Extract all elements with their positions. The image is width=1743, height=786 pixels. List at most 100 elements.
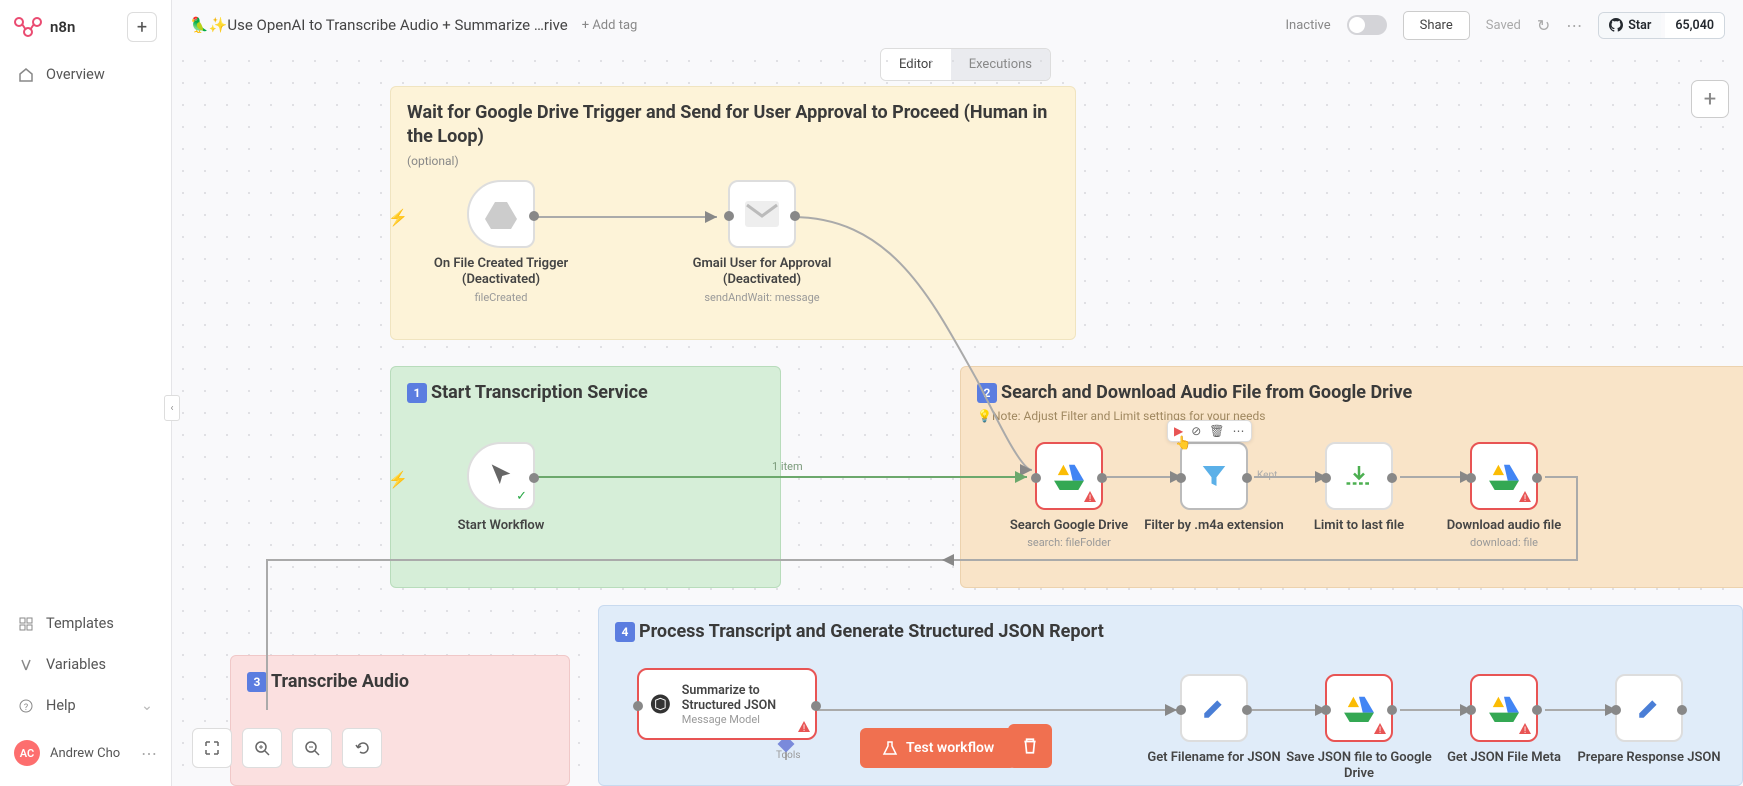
node-box[interactable] [1180, 674, 1248, 742]
node-search-drive[interactable]: ! Search Google Drive search: fileFolder [994, 442, 1144, 549]
node-get-meta[interactable]: ! Get JSON File Meta [1429, 674, 1579, 766]
star-label: Star [1628, 18, 1651, 33]
svg-text:!: ! [1524, 726, 1526, 736]
zoom-in-button[interactable] [242, 728, 282, 768]
logo-row: n8n + [0, 0, 171, 54]
node-label: Get Filename for JSON [1147, 750, 1280, 766]
flask-icon [882, 740, 898, 756]
node-sub: sendAndWait: message [704, 291, 819, 304]
node-box[interactable]: ! [1470, 674, 1538, 742]
chevron-down-icon: ⌄ [141, 697, 153, 714]
filter-icon [1199, 461, 1229, 491]
node-box[interactable] [728, 180, 796, 248]
delete-button[interactable] [1008, 724, 1052, 768]
gmail-icon [745, 201, 779, 227]
node-gmail-approval[interactable]: Gmail User for Approval (Deactivated) se… [687, 180, 837, 304]
edit-icon [1636, 695, 1662, 721]
node-box[interactable]: Summarize to Structured JSON Message Mod… [637, 668, 817, 740]
node-box[interactable] [1615, 674, 1683, 742]
nav-templates[interactable]: Templates [0, 603, 171, 644]
node-file-trigger[interactable]: ⚡ On File Created Trigger (Deactivated) … [426, 180, 576, 304]
node-box[interactable]: ✓ [467, 442, 535, 510]
trigger-bolt-icon: ⚡ [388, 208, 408, 227]
canvas[interactable]: Wait for Google Drive Trigger and Send f… [172, 50, 1743, 786]
node-box[interactable] [1325, 442, 1393, 510]
zoom-in-icon [254, 740, 270, 756]
node-download-audio[interactable]: ! Download audio file download: file [1429, 442, 1579, 549]
warning-icon: ! [1083, 490, 1097, 504]
github-icon [1609, 18, 1623, 32]
variables-icon [18, 657, 34, 673]
edit-icon [1201, 695, 1227, 721]
node-box[interactable] [467, 180, 535, 248]
node-start-workflow[interactable]: ⚡ ✓ Start Workflow [426, 442, 576, 534]
sticky-approval-title: Wait for Google Drive Trigger and Send f… [407, 101, 1059, 150]
canvas-tools [192, 728, 382, 768]
home-icon [18, 67, 34, 83]
user-row[interactable]: AC Andrew Cho ⋯ [0, 730, 171, 776]
node-box[interactable]: ! [1035, 442, 1103, 510]
svg-text:!: ! [803, 724, 805, 734]
google-drive-icon [1053, 462, 1085, 490]
node-box[interactable]: ! [1470, 442, 1538, 510]
undo-icon [354, 740, 370, 756]
node-label: Start Workflow [458, 518, 545, 534]
star-count: 65,040 [1665, 13, 1724, 38]
test-workflow-button[interactable]: Test workflow [860, 728, 1016, 768]
github-star-button[interactable]: Star 65,040 [1598, 12, 1725, 39]
undo-button[interactable] [342, 728, 382, 768]
nav-templates-label: Templates [46, 615, 114, 632]
node-label: Filter by .m4a extension [1144, 518, 1284, 534]
sticky-search-title: 2Search and Download Audio File from Goo… [977, 381, 1743, 405]
saved-label: Saved [1486, 18, 1521, 33]
warning-icon: ! [797, 720, 811, 734]
help-icon: ? [18, 698, 34, 714]
ctx-delete-icon[interactable]: 🗑 [1209, 424, 1224, 438]
check-icon: ✓ [516, 489, 527, 504]
more-menu-icon[interactable]: ⋯ [1566, 16, 1582, 35]
node-prepare-response[interactable]: Prepare Response JSON [1574, 674, 1724, 766]
node-label: On File Created Trigger (Deactivated) [426, 256, 576, 289]
workflow-status-label: Inactive [1285, 18, 1330, 33]
nav-variables-label: Variables [46, 656, 106, 673]
node-box[interactable]: ! [1325, 674, 1393, 742]
limit-icon [1344, 463, 1374, 489]
google-drive-icon [1488, 694, 1520, 722]
add-tag-button[interactable]: + Add tag [582, 18, 638, 33]
node-label: Save JSON file to Google Drive [1284, 750, 1434, 783]
svg-text:!: ! [1379, 726, 1381, 736]
zoom-out-button[interactable] [292, 728, 332, 768]
node-get-filename[interactable]: Get Filename for JSON [1139, 674, 1289, 766]
node-sub: download: file [1470, 536, 1538, 549]
user-menu-icon[interactable]: ⋯ [141, 744, 157, 763]
node-limit[interactable]: Limit to last file [1284, 442, 1434, 534]
fit-view-button[interactable] [192, 728, 232, 768]
activate-toggle[interactable] [1347, 15, 1387, 35]
node-save-json[interactable]: ! Save JSON file to Google Drive [1284, 674, 1434, 783]
share-button[interactable]: Share [1403, 11, 1470, 40]
nav-help[interactable]: ? Help ⌄ [0, 685, 171, 726]
add-workspace-button[interactable]: + [127, 12, 157, 42]
badge-1: 1 [407, 383, 427, 403]
add-node-button[interactable]: + [1691, 80, 1729, 118]
badge-2: 2 [977, 383, 997, 403]
n8n-logo-icon [14, 17, 42, 37]
nav-overview[interactable]: Overview [0, 54, 171, 95]
node-summarize[interactable]: Summarize to Structured JSON Message Mod… [637, 668, 847, 740]
node-filter-m4a[interactable]: Filter by .m4a extension [1139, 442, 1289, 534]
workflow-title[interactable]: 🦜✨Use OpenAI to Transcribe Audio + Summa… [190, 16, 568, 34]
trash-icon [1021, 737, 1039, 755]
history-icon[interactable]: ↻ [1537, 16, 1550, 35]
ctx-more-icon[interactable]: ⋯ [1233, 424, 1245, 438]
node-label: Download audio file [1447, 518, 1562, 534]
nav-variables[interactable]: Variables [0, 644, 171, 685]
sticky-search-note: 💡Note: Adjust Filter and Limit settings … [977, 409, 1743, 423]
node-label: Get JSON File Meta [1447, 750, 1561, 766]
node-label: Limit to last file [1314, 518, 1404, 534]
edge-label-items: 1 item [772, 460, 803, 473]
sidebar: n8n + Overview Templates Variables ? Hel… [0, 0, 172, 786]
trigger-bolt-icon: ⚡ [388, 470, 408, 489]
node-box[interactable] [1180, 442, 1248, 510]
nav-overview-label: Overview [46, 66, 105, 83]
ctx-disable-icon[interactable]: ⊘ [1191, 424, 1201, 438]
